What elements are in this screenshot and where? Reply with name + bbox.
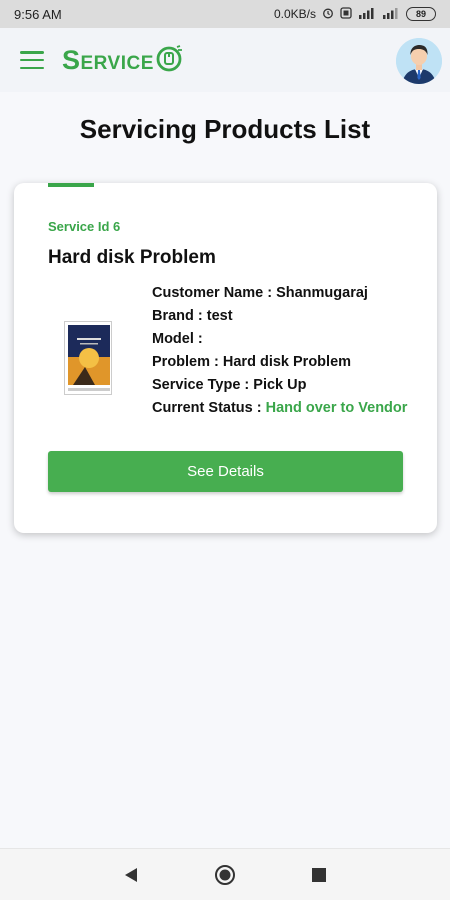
service-type: Service Type : Pick Up <box>152 377 307 393</box>
home-icon[interactable] <box>213 863 237 887</box>
signal-icon <box>382 7 400 22</box>
page-title: Servicing Products List <box>79 114 371 144</box>
app-bar: Service <box>0 28 450 92</box>
menu-icon[interactable] <box>20 51 44 69</box>
model: Model : <box>152 331 203 347</box>
customer-name: Customer Name : Shanmugaraj <box>152 285 368 301</box>
status-time: 9:56 AM <box>14 6 62 22</box>
brand: Brand : test <box>152 308 233 324</box>
recents-icon[interactable] <box>307 863 331 887</box>
product-thumbnail <box>64 321 112 395</box>
alarm-icon <box>322 7 334 22</box>
signal-icon <box>358 7 376 22</box>
battery-icon: 89 <box>406 7 436 21</box>
logo-icon <box>156 44 184 77</box>
avatar[interactable] <box>396 38 442 84</box>
back-icon[interactable] <box>119 863 143 887</box>
app-logo: Service <box>62 44 184 77</box>
status-icons: 0.0KB/s 89 <box>273 6 436 22</box>
problem: Problem : Hard disk Problem <box>152 354 352 370</box>
battery-level: 89 <box>415 9 426 19</box>
card-title: Hard disk Problem <box>48 247 216 268</box>
network-speed: 0.0KB/s <box>273 7 316 21</box>
data-saver-icon <box>340 6 352 22</box>
see-details-button[interactable]: See Details <box>48 451 403 492</box>
current-status: Current Status : Hand over to Vendor <box>152 399 412 418</box>
status-bar: 9:56 AM 0.0KB/s 89 <box>0 0 450 28</box>
logo-text: Service <box>62 44 154 75</box>
service-id: Service Id 6 <box>48 219 121 234</box>
status-value: Hand over to Vendor <box>265 400 408 416</box>
card-accent-bar <box>48 183 94 187</box>
service-details: Customer Name : Shanmugaraj Brand : test… <box>152 282 412 418</box>
status-label: Current Status : <box>152 400 262 416</box>
system-nav-bar <box>0 848 450 900</box>
service-card: Service Id 6 Hard disk Problem Customer … <box>14 183 437 533</box>
